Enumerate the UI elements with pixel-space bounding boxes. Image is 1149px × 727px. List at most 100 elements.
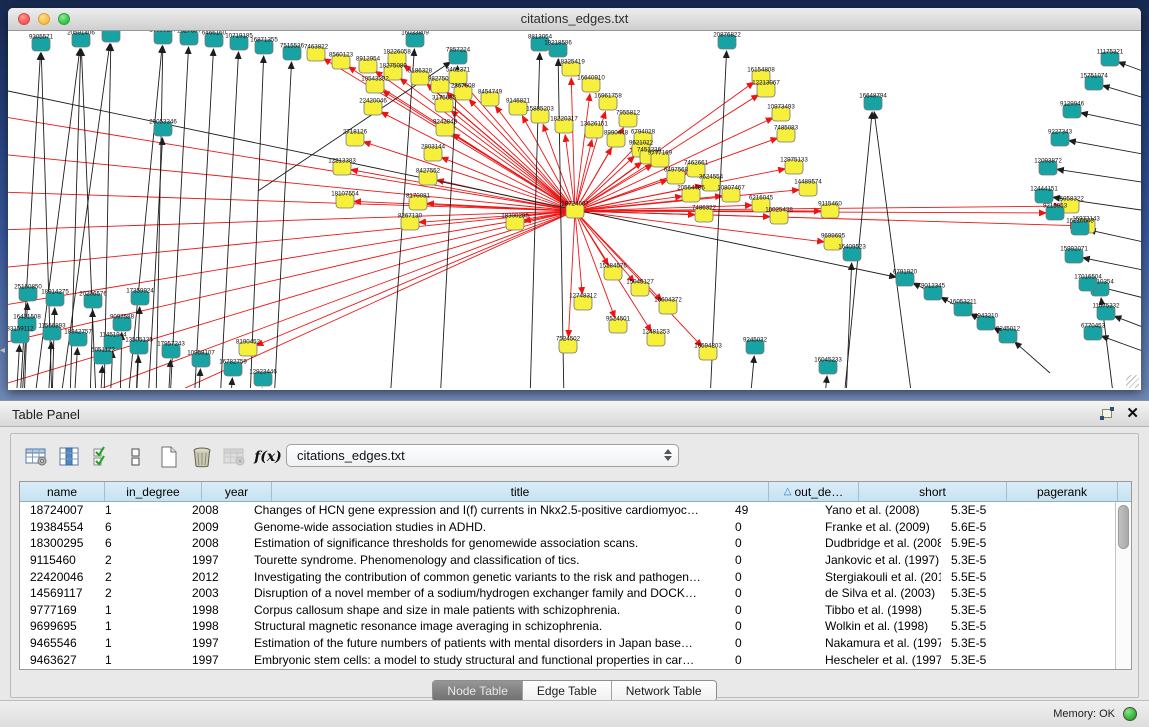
table-cell[interactable]: 1 <box>95 503 182 517</box>
delete-table-icon[interactable] <box>189 444 215 470</box>
table-row[interactable]: 911546021997Tourette syndrome. Phenomeno… <box>20 552 1131 569</box>
graph-node[interactable]: 6466160 <box>202 31 227 47</box>
graph-node[interactable]: 15751074 <box>1080 73 1108 91</box>
graph-node[interactable]: 7463822 <box>304 44 329 62</box>
table-row[interactable]: 1830029562008Estimation of significance … <box>20 535 1131 552</box>
table-cell[interactable]: 49 <box>727 503 809 517</box>
table-cell[interactable]: 9699695 <box>20 619 95 633</box>
function-builder-icon[interactable]: f(x) <box>255 444 281 470</box>
table-cell[interactable]: 0 <box>727 653 809 667</box>
table-cell[interactable]: 2 <box>95 570 182 584</box>
graph-node[interactable]: 16033809 <box>401 31 429 47</box>
table-cell[interactable]: 5.3E-5 <box>941 619 1042 633</box>
table-cell[interactable]: 5.9E-5 <box>941 536 1042 550</box>
table-cell[interactable]: 0 <box>727 570 809 584</box>
table-row[interactable]: 977716911998Corpus callosum shape and si… <box>20 602 1131 619</box>
graph-node[interactable]: 7857224 <box>446 47 471 65</box>
column-header-pagerank[interactable]: pagerank <box>1007 482 1118 501</box>
table-cell[interactable]: 9463627 <box>20 653 95 667</box>
table-cell[interactable]: 9777169 <box>20 603 95 617</box>
graph-node[interactable]: 18914275 <box>41 289 69 307</box>
table-cell[interactable]: Structural magnetic resonance image aver… <box>242 619 727 633</box>
network-window-titlebar[interactable]: citations_edges.txt <box>8 8 1141 31</box>
graph-node[interactable]: 12481253 <box>642 329 670 347</box>
graph-node[interactable]: 9227343 <box>1048 129 1073 147</box>
network-canvas-wrap[interactable]: 1872400774638228560123891295418226058182… <box>8 31 1141 390</box>
graph-node[interactable]: 16961758 <box>594 93 622 111</box>
scrollbar-thumb[interactable] <box>1118 505 1129 549</box>
graph-node[interactable]: 12093872 <box>1034 158 1062 176</box>
graph-node[interactable]: 22420046 <box>359 98 387 116</box>
table-cell[interactable]: Estimation of the future numbers of pati… <box>242 636 727 650</box>
table-cell[interactable]: 18300295 <box>20 536 95 550</box>
graph-node[interactable]: 15184576 <box>599 263 627 281</box>
table-cell[interactable]: 22420046 <box>20 570 95 584</box>
table-cell[interactable]: 0 <box>727 520 809 534</box>
table-cell[interactable]: Genome-wide association studies in ADHD. <box>242 520 727 534</box>
graph-node[interactable]: 12975133 <box>780 157 808 175</box>
graph-node[interactable]: 8427552 <box>416 168 441 186</box>
table-cell[interactable]: 14569117 <box>20 586 95 600</box>
table-cell[interactable]: Stergiakouli et al. (2012) <box>809 570 941 584</box>
table-row[interactable]: 1456911722003Disruption of a novel membe… <box>20 585 1131 602</box>
graph-node[interactable]: 8912954 <box>356 56 381 74</box>
graph-node[interactable]: 33159112 <box>8 326 34 344</box>
table-cell[interactable]: Hescheler et al. (1997) <box>809 653 941 667</box>
graph-node[interactable]: 9129946 <box>1060 101 1085 119</box>
table-cell[interactable]: 0 <box>727 636 809 650</box>
graph-node[interactable]: 5462371 <box>446 67 471 85</box>
graph-node[interactable]: 8170081 <box>406 193 431 211</box>
graph-node[interactable]: 25160850 <box>14 284 42 302</box>
close-panel-icon[interactable]: ✕ <box>1126 406 1139 421</box>
graph-node[interactable]: 6791920 <box>893 269 918 287</box>
graph-node[interactable]: 12444151 <box>1030 186 1058 204</box>
graph-node[interactable]: 8943210 <box>974 313 999 331</box>
float-panel-icon[interactable] <box>1100 407 1114 420</box>
graph-node[interactable]: 16594203 <box>694 343 722 361</box>
table-cell[interactable]: Estimation of significance thresholds fo… <box>242 536 727 550</box>
graph-node[interactable]: 10025438 <box>765 207 793 225</box>
table-cell[interactable]: 1997 <box>182 553 242 567</box>
table-cell[interactable]: 2003 <box>182 586 242 600</box>
graph-node[interactable]: 8454749 <box>478 89 503 107</box>
graph-node[interactable]: 15992071 <box>1060 246 1088 264</box>
table-cell[interactable]: 5.3E-5 <box>941 636 1042 650</box>
graph-node[interactable]: 15045127 <box>626 279 654 297</box>
graph-node[interactable]: 18107554 <box>331 191 359 209</box>
column-header-outde[interactable]: △out_de… <box>769 482 859 501</box>
table-cell[interactable]: 0 <box>727 603 809 617</box>
table-cell[interactable]: 1 <box>95 653 182 667</box>
table-cell[interactable]: 1 <box>95 619 182 633</box>
graph-node[interactable]: 17957243 <box>157 341 185 359</box>
table-cell[interactable]: 1997 <box>182 653 242 667</box>
table-cell[interactable]: 2 <box>95 586 182 600</box>
table-cell[interactable]: Changes of HCN gene expression and I(f) … <box>242 503 727 517</box>
graph-node[interactable]: 16604372 <box>654 297 682 315</box>
table-cell[interactable]: 5.3E-5 <box>941 586 1042 600</box>
graph-node[interactable]: 10958107 <box>187 350 215 368</box>
table-row[interactable]: 946554611997Estimation of the future num… <box>20 635 1131 652</box>
graph-node[interactable]: 16640910 <box>577 75 605 93</box>
graph-node[interactable]: 11175321 <box>1097 49 1124 67</box>
row-height-icon[interactable] <box>123 444 149 470</box>
table-cell[interactable]: 19384554 <box>20 520 95 534</box>
graph-node[interactable]: 11075332 <box>1092 303 1120 321</box>
table-cell[interactable]: Jankovic et al. (1997) <box>809 553 941 567</box>
table-settings-icon[interactable] <box>24 444 50 470</box>
graph-node[interactable]: 10719185 <box>225 33 253 51</box>
graph-node[interactable]: 9245032 <box>743 337 768 355</box>
graph-node[interactable]: 8560123 <box>329 52 354 70</box>
tab-edge-table[interactable]: Edge Table <box>523 681 612 701</box>
graph-node[interactable]: 1527607 <box>177 31 202 45</box>
table-cell[interactable]: 5.3E-5 <box>941 653 1042 667</box>
graph-node[interactable]: 9012345 <box>921 283 946 301</box>
table-cell[interactable]: 9115460 <box>20 553 95 567</box>
table-cell[interactable]: 5.6E-5 <box>941 520 1042 534</box>
table-cell[interactable]: 1997 <box>182 636 242 650</box>
table-cell[interactable]: 0 <box>727 586 809 600</box>
graph-node[interactable]: 16782759 <box>219 359 247 377</box>
table-cell[interactable]: 2009 <box>182 520 242 534</box>
select-all-check-icon[interactable] <box>90 444 116 470</box>
graph-node[interactable]: 2803144 <box>421 144 446 162</box>
table-cell[interactable]: Embryonic stem cells: a model to study s… <box>242 653 727 667</box>
